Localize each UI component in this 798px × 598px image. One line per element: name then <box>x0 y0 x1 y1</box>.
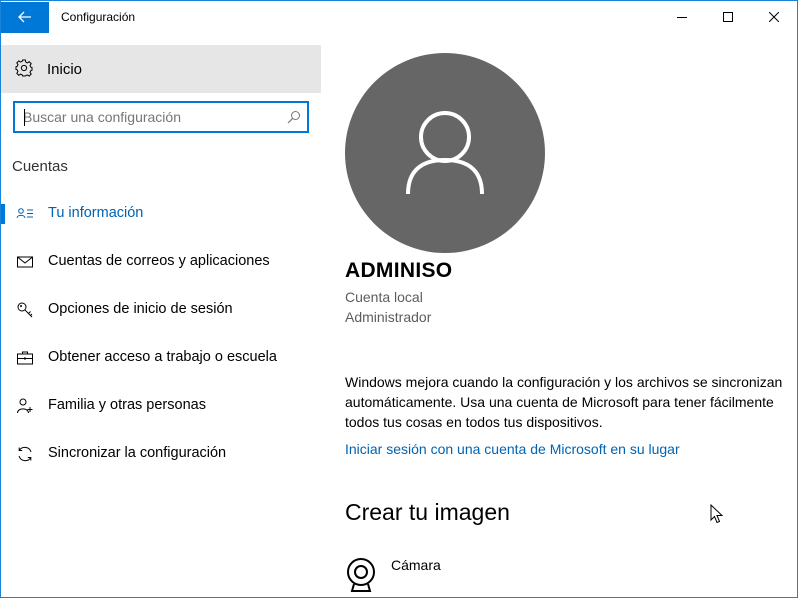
window-controls <box>659 1 797 33</box>
minimize-button[interactable] <box>659 1 705 33</box>
sidebar-item-home[interactable]: Inicio <box>1 45 321 93</box>
close-button[interactable] <box>751 1 797 33</box>
create-image-title: Crear tu imagen <box>345 499 510 525</box>
mail-icon <box>16 253 34 271</box>
window-title: Configuración <box>61 10 136 24</box>
sidebar-item-email-accounts[interactable]: Cuentas de correos y aplicaciones <box>1 240 321 284</box>
camera-icon <box>345 557 377 598</box>
back-button[interactable] <box>1 1 49 33</box>
mouse-cursor-icon <box>710 503 724 530</box>
maximize-button[interactable] <box>705 1 751 33</box>
account-role: Administrador <box>345 309 432 325</box>
sidebar-item-label: Familia y otras personas <box>48 397 206 413</box>
camera-option[interactable]: Cámara <box>345 553 545 593</box>
settings-window: Configuración Inicio Buscar una configur… <box>0 0 798 598</box>
search-box[interactable] <box>13 101 309 133</box>
sidebar: Inicio Cuentas Tu info <box>1 45 321 597</box>
maximize-icon <box>723 12 733 22</box>
microsoft-sign-in-link[interactable]: Iniciar sesión con una cuenta de Microso… <box>345 441 680 457</box>
sidebar-item-your-info[interactable]: Tu información <box>1 192 321 236</box>
avatar <box>345 53 545 253</box>
title-bar: Configuración <box>1 1 797 33</box>
sync-icon <box>16 445 34 463</box>
sidebar-item-label: Sincronizar la configuración <box>48 445 227 461</box>
sidebar-item-work-school[interactable]: Obtener acceso a trabajo o escuela <box>1 336 321 380</box>
user-icon <box>406 111 484 195</box>
close-icon <box>769 12 779 22</box>
sidebar-item-label: Obtener acceso a trabajo o escuela <box>48 349 277 365</box>
person-card-icon <box>16 205 34 223</box>
add-person-icon <box>16 397 34 415</box>
sidebar-item-family[interactable]: Familia y otras personas <box>1 384 321 428</box>
sidebar-item-sign-in-options[interactable]: Opciones de inicio de sesión <box>1 288 321 332</box>
gear-icon <box>15 59 33 82</box>
search-input[interactable] <box>23 107 279 127</box>
main-content: ADMINISO Cuenta local Administrador Wind… <box>321 33 797 597</box>
search-icon[interactable] <box>287 110 301 129</box>
sidebar-item-label: Opciones de inicio de sesión <box>48 301 233 317</box>
user-name: ADMINISO <box>345 259 453 282</box>
back-arrow-icon <box>18 11 31 23</box>
account-type: Cuenta local <box>345 289 423 305</box>
key-icon <box>16 301 34 319</box>
briefcase-icon <box>16 349 34 367</box>
sidebar-item-home-label: Inicio <box>47 61 83 78</box>
section-label-accounts: Cuentas <box>12 158 68 175</box>
camera-label: Cámara <box>391 557 441 573</box>
sidebar-item-label: Cuentas de correos y aplicaciones <box>48 253 270 269</box>
minimize-icon <box>677 17 687 18</box>
sidebar-item-sync[interactable]: Sincronizar la configuración <box>1 432 321 476</box>
text-caret <box>24 109 25 126</box>
selection-indicator <box>1 204 5 224</box>
sidebar-item-label: Tu información <box>48 205 144 221</box>
sync-info-text: Windows mejora cuando la configuración y… <box>345 374 783 430</box>
